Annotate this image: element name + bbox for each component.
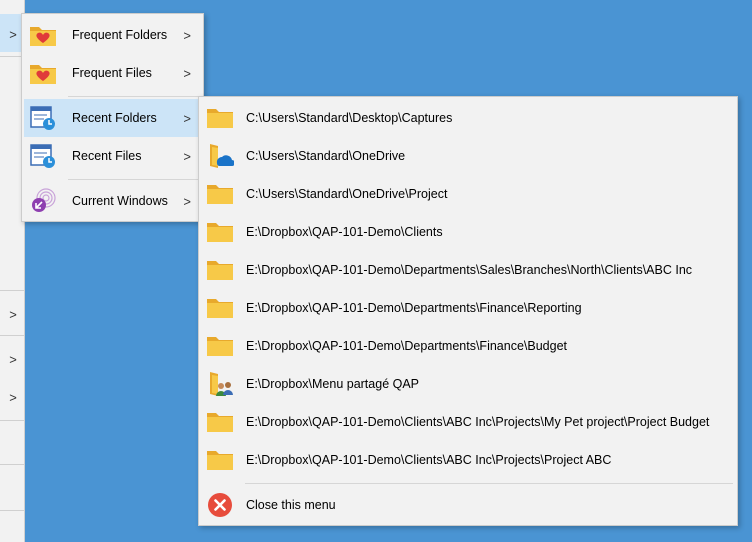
- folder-icon: [205, 445, 235, 475]
- menu-separator: [245, 483, 733, 484]
- menu-separator: [68, 179, 201, 180]
- folder-icon: [205, 103, 235, 133]
- menu-item-label: Recent Files: [72, 149, 142, 163]
- onedrive-folder-icon: [205, 141, 235, 171]
- chevron-right-icon: >: [183, 27, 191, 43]
- menu-item-label: Frequent Files: [72, 66, 152, 80]
- recent-folder-path: E:\Dropbox\QAP-101-Demo\Departments\Fina…: [246, 301, 582, 315]
- recent-folder-item[interactable]: E:\Dropbox\QAP-101-Demo\Clients\ABC Inc\…: [201, 403, 735, 441]
- main-menu: Frequent Folders > Frequent Files > Rece…: [21, 13, 204, 222]
- chevron-right-icon: >: [183, 193, 191, 209]
- recent-folder-item[interactable]: E:\Dropbox\Menu partagé QAP: [201, 365, 735, 403]
- parent-menu-separator: [0, 510, 24, 511]
- close-icon: [205, 490, 235, 520]
- recent-folder-item[interactable]: E:\Dropbox\QAP-101-Demo\Clients\ABC Inc\…: [201, 441, 735, 479]
- folder-icon: [205, 179, 235, 209]
- recent-folder-item[interactable]: C:\Users\Standard\OneDrive\Project: [201, 175, 735, 213]
- current-windows-icon: [28, 186, 58, 216]
- recent-folder-path: E:\Dropbox\Menu partagé QAP: [246, 377, 420, 391]
- recent-files-icon: [28, 141, 58, 171]
- chevron-right-icon[interactable]: >: [8, 352, 18, 367]
- recent-folder-path: E:\Dropbox\QAP-101-Demo\Clients\ABC Inc\…: [246, 415, 710, 429]
- menu-item-label: Recent Folders: [72, 111, 157, 125]
- chevron-right-icon[interactable]: >: [8, 307, 18, 322]
- menu-item-frequent-files[interactable]: Frequent Files >: [24, 54, 201, 92]
- menu-item-frequent-folders[interactable]: Frequent Folders >: [24, 16, 201, 54]
- recent-folder-path: C:\Users\Standard\Desktop\Captures: [246, 111, 453, 125]
- recent-folder-path: C:\Users\Standard\OneDrive: [246, 149, 406, 163]
- menu-separator: [68, 96, 201, 97]
- recent-folders-submenu: C:\Users\Standard\Desktop\Captures C:\Us…: [198, 96, 738, 526]
- recent-folder-item[interactable]: E:\Dropbox\QAP-101-Demo\Clients: [201, 213, 735, 251]
- parent-menu-separator: [0, 290, 24, 291]
- parent-menu-separator: [0, 464, 24, 465]
- chevron-right-icon: >: [183, 65, 191, 81]
- folder-icon: [205, 217, 235, 247]
- menu-item-label: Frequent Folders: [72, 28, 168, 42]
- chevron-right-icon: >: [183, 148, 191, 164]
- folder-heart-icon: [28, 58, 58, 88]
- menu-item-label: Current Windows: [72, 194, 168, 208]
- menu-item-recent-folders[interactable]: Recent Folders >: [24, 99, 201, 137]
- recent-folder-path: C:\Users\Standard\OneDrive\Project: [246, 187, 448, 201]
- recent-folder-path: E:\Dropbox\QAP-101-Demo\Clients\ABC Inc\…: [246, 453, 612, 467]
- recent-folder-item[interactable]: E:\Dropbox\QAP-101-Demo\Departments\Sale…: [201, 251, 735, 289]
- recent-folder-item[interactable]: C:\Users\Standard\Desktop\Captures: [201, 99, 735, 137]
- folder-icon: [205, 331, 235, 361]
- chevron-right-icon[interactable]: >: [8, 27, 18, 42]
- recent-folders-icon: [28, 103, 58, 133]
- folder-heart-icon: [28, 20, 58, 50]
- chevron-right-icon[interactable]: >: [8, 390, 18, 405]
- chevron-right-icon: >: [183, 110, 191, 126]
- menu-item-recent-files[interactable]: Recent Files >: [24, 137, 201, 175]
- parent-menu-separator: [0, 335, 24, 336]
- shared-folder-icon: [205, 369, 235, 399]
- menu-item-current-windows[interactable]: Current Windows >: [24, 182, 201, 220]
- folder-icon: [205, 255, 235, 285]
- recent-folder-path: E:\Dropbox\QAP-101-Demo\Clients: [246, 225, 443, 239]
- folder-icon: [205, 293, 235, 323]
- folder-icon: [205, 407, 235, 437]
- close-menu-label: Close this menu: [246, 498, 336, 512]
- recent-folder-item[interactable]: E:\Dropbox\QAP-101-Demo\Departments\Fina…: [201, 327, 735, 365]
- recent-folder-path: E:\Dropbox\QAP-101-Demo\Departments\Fina…: [246, 339, 567, 353]
- recent-folder-item[interactable]: C:\Users\Standard\OneDrive: [201, 137, 735, 175]
- recent-folder-item[interactable]: E:\Dropbox\QAP-101-Demo\Departments\Fina…: [201, 289, 735, 327]
- recent-folder-path: E:\Dropbox\QAP-101-Demo\Departments\Sale…: [246, 263, 693, 277]
- parent-menu-separator: [0, 420, 24, 421]
- close-menu-item[interactable]: Close this menu: [201, 486, 735, 524]
